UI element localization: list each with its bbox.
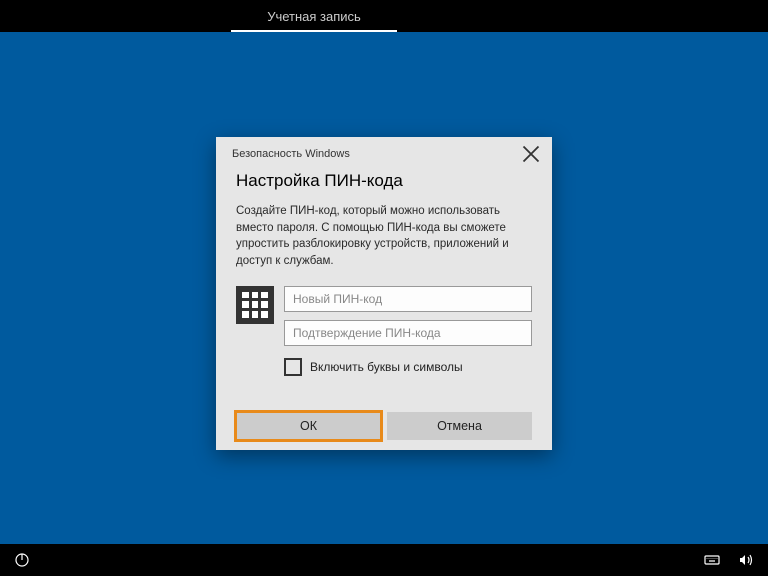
dialog-header: Безопасность Windows [216,137,552,167]
tab-account[interactable]: Учетная запись [231,0,397,32]
volume-icon[interactable] [738,552,754,568]
dialog-body: Настройка ПИН-кода Создайте ПИН-код, кот… [216,167,552,412]
bottombar-right [704,552,754,568]
dialog-window-title: Безопасность Windows [232,148,350,160]
tab-spacer [397,0,537,32]
checkbox-row: Включить буквы и символы [284,358,532,376]
keyboard-icon[interactable] [704,552,720,568]
new-pin-input[interactable] [284,286,532,312]
include-letters-checkbox[interactable] [284,358,302,376]
power-icon[interactable] [14,552,30,568]
pin-setup-dialog: Безопасность Windows Настройка ПИН-кода … [216,137,552,450]
cancel-button[interactable]: Отмена [387,412,532,440]
topbar: Учетная запись [0,0,768,32]
dialog-buttons: ОК Отмена [216,412,552,450]
keypad-icon [236,286,274,324]
pin-input-row [236,286,532,346]
dialog-title: Настройка ПИН-кода [236,171,532,191]
checkbox-label: Включить буквы и символы [310,360,463,374]
ok-button[interactable]: ОК [236,412,381,440]
pin-inputs-group [284,286,532,346]
dialog-description: Создайте ПИН-код, который можно использо… [236,203,532,270]
confirm-pin-input[interactable] [284,320,532,346]
bottombar-left [14,552,30,568]
close-icon[interactable] [522,145,540,163]
bottombar [0,544,768,576]
